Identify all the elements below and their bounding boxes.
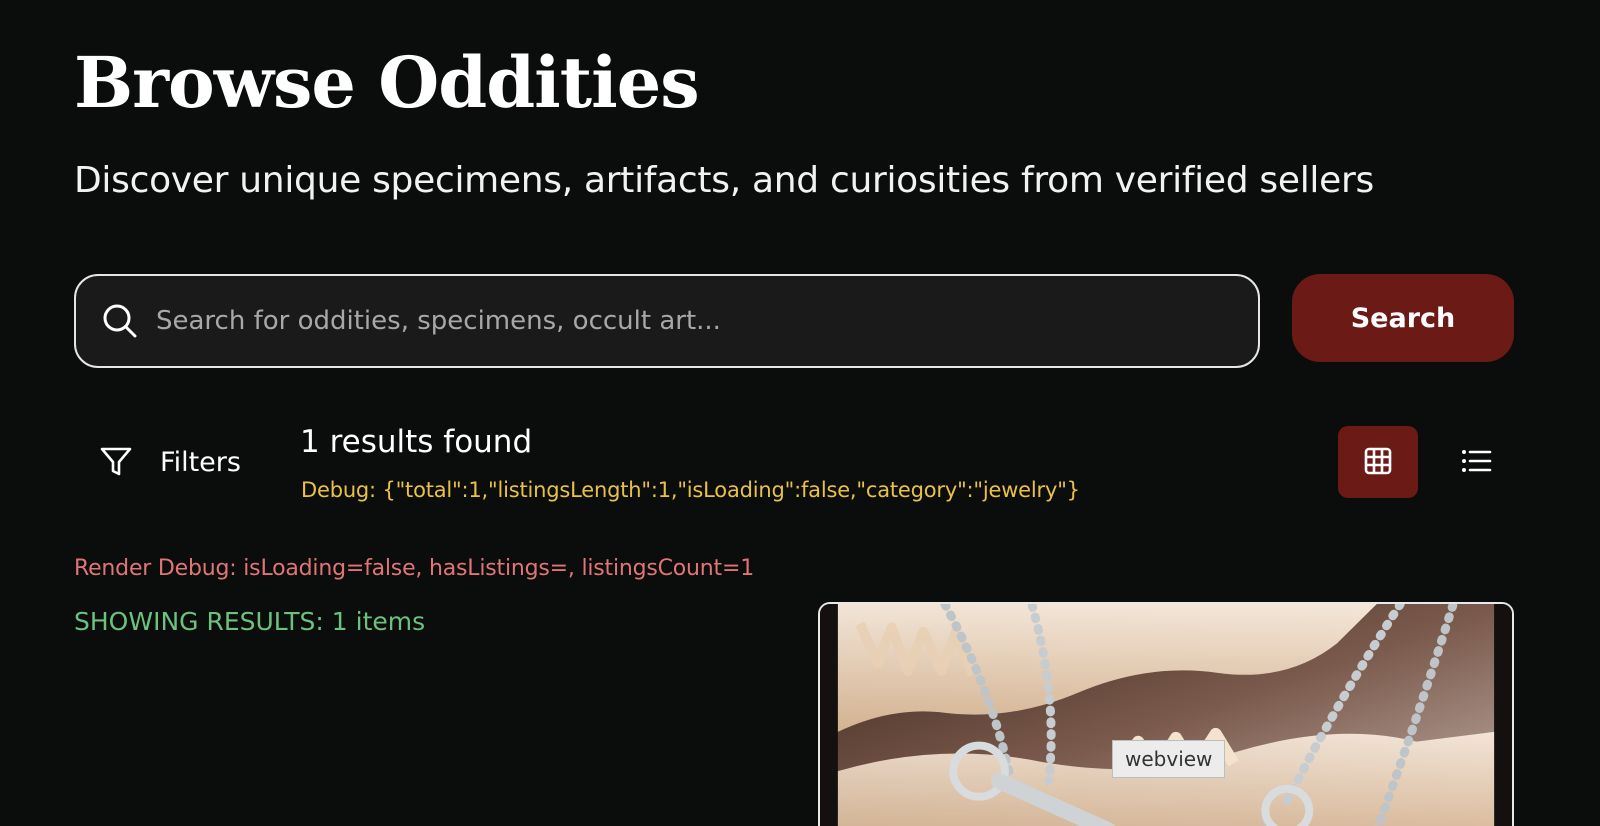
page-title: Browse Oddities <box>74 41 700 124</box>
list-icon <box>1460 446 1492 479</box>
search-input[interactable] <box>156 276 1238 366</box>
search-button[interactable]: Search <box>1292 274 1514 362</box>
list-view-button[interactable] <box>1436 426 1516 498</box>
search-box[interactable] <box>74 274 1260 368</box>
listing-image <box>820 604 1512 826</box>
webview-tooltip: webview <box>1112 740 1226 778</box>
results-count: 1 results found <box>300 424 533 460</box>
showing-results-text: SHOWING RESULTS: 1 items <box>74 607 426 636</box>
listing-card[interactable] <box>818 602 1514 826</box>
render-debug-text: Render Debug: isLoading=false, hasListin… <box>74 556 755 581</box>
debug-text: Debug: {"total":1,"listingsLength":1,"is… <box>301 478 1080 502</box>
filters-label: Filters <box>160 446 241 478</box>
search-icon <box>100 301 140 341</box>
grid-icon <box>1363 446 1393 479</box>
grid-view-button[interactable] <box>1338 426 1418 498</box>
browse-page: Browse Oddities Discover unique specimen… <box>0 0 1600 826</box>
page-subtitle: Discover unique specimens, artifacts, an… <box>74 160 1374 201</box>
filters-button[interactable]: Filters <box>86 434 241 490</box>
filter-icon <box>98 444 134 480</box>
